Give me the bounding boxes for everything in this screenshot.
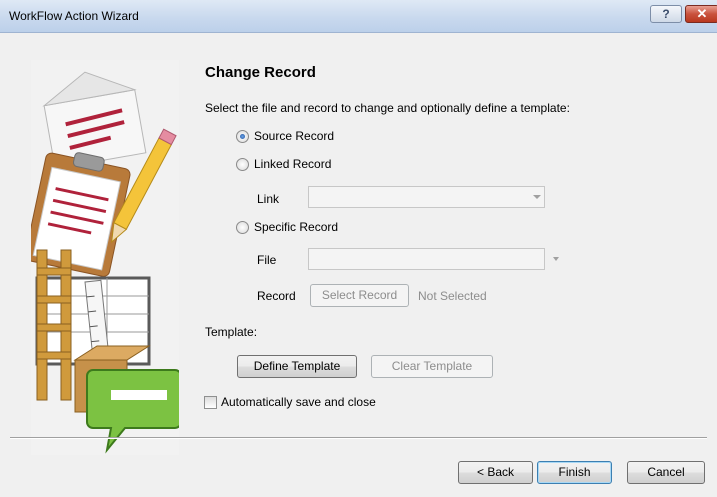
source-record-label: Source Record: [254, 129, 335, 143]
select-record-button[interactable]: Select Record: [310, 284, 409, 307]
close-button[interactable]: ✕: [685, 5, 717, 23]
dropdown-arrow-icon: [553, 257, 559, 261]
cancel-button[interactable]: Cancel: [627, 461, 705, 484]
auto-save-option[interactable]: Automatically save and close: [204, 395, 376, 409]
record-label: Record: [257, 289, 296, 303]
link-label: Link: [257, 192, 280, 206]
specific-record-radio[interactable]: [236, 220, 249, 234]
record-status: Not Selected: [418, 289, 487, 303]
file-dropdown-button[interactable]: [549, 248, 563, 270]
close-icon: ✕: [696, 6, 708, 21]
page-title: Change Record: [205, 64, 316, 81]
dropdown-arrow-icon: [533, 195, 541, 199]
window-title: WorkFlow Action Wizard: [9, 9, 139, 23]
back-button[interactable]: < Back: [458, 461, 533, 484]
finish-button[interactable]: Finish: [537, 461, 612, 484]
help-button[interactable]: ?: [650, 5, 682, 23]
auto-save-checkbox[interactable]: [204, 395, 217, 409]
clear-template-button[interactable]: Clear Template: [371, 355, 493, 378]
linked-record-label: Linked Record: [254, 157, 332, 171]
specific-record-label: Specific Record: [254, 220, 339, 234]
file-field[interactable]: [308, 248, 545, 270]
source-record-radio[interactable]: [236, 129, 249, 143]
title-bar: WorkFlow Action Wizard ? ✕: [0, 0, 717, 33]
linked-record-option[interactable]: Linked Record: [236, 157, 331, 171]
footer-divider: [10, 437, 707, 439]
template-label: Template:: [205, 325, 258, 339]
wizard-banner-illustration: [31, 60, 179, 455]
define-template-button[interactable]: Define Template: [237, 355, 357, 378]
linked-record-radio[interactable]: [236, 157, 249, 171]
source-record-option[interactable]: Source Record: [236, 129, 334, 143]
link-dropdown[interactable]: [308, 186, 545, 208]
envelope-icon: [42, 71, 147, 170]
ladder-icon: [36, 249, 72, 401]
instruction-text: Select the file and record to change and…: [205, 101, 570, 115]
specific-record-option[interactable]: Specific Record: [236, 220, 338, 234]
help-icon: ?: [662, 7, 670, 21]
auto-save-label: Automatically save and close: [221, 395, 376, 409]
file-label: File: [257, 253, 277, 267]
